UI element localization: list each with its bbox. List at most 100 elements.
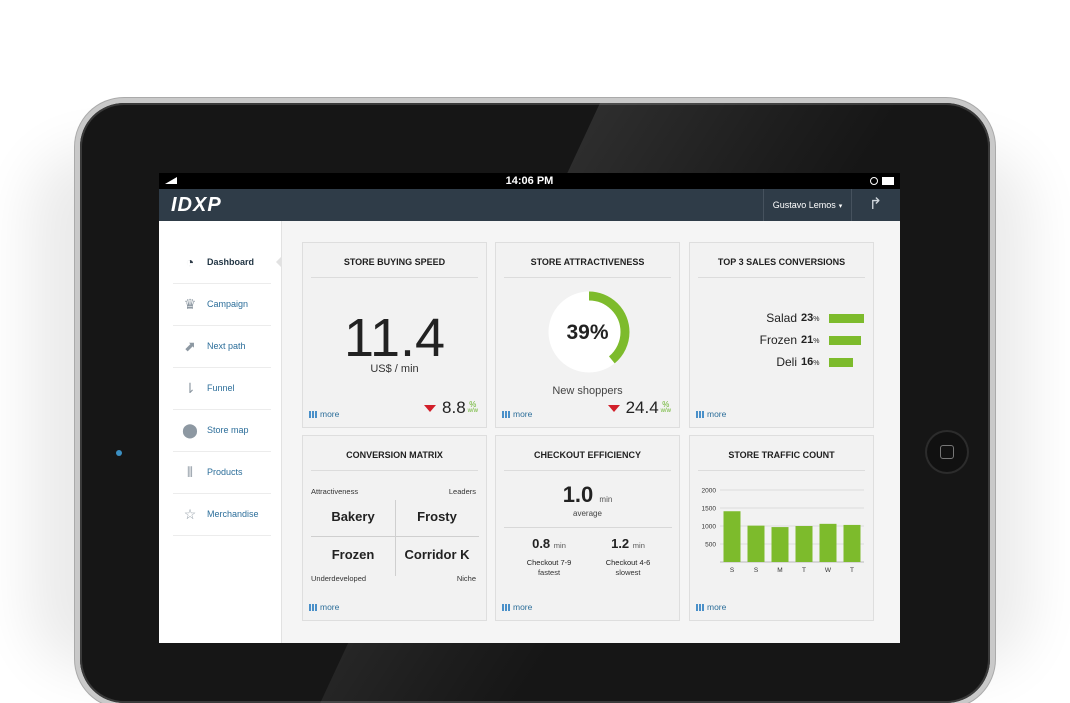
sidebar-item-merchandise[interactable]: ☆ Merchandise: [173, 493, 271, 536]
user-menu[interactable]: Gustavo Lemos ▾: [763, 189, 852, 221]
home-square-icon: [940, 445, 954, 459]
x-tick-label: S: [730, 567, 735, 574]
user-name: Gustavo Lemos: [772, 200, 836, 210]
x-tick-label: W: [825, 567, 832, 574]
traffic-bar[interactable]: [723, 511, 741, 562]
card-top-sales-conversions: TOP 3 SALES CONVERSIONS Salad 23% Frozen 21…: [689, 242, 874, 428]
more-link[interactable]: more: [696, 602, 726, 612]
buying-speed-value: 11.4: [343, 308, 446, 368]
more-link[interactable]: more: [502, 602, 532, 612]
conversion-bar: [829, 357, 853, 367]
y-tick-label: 500: [705, 542, 716, 549]
more-link[interactable]: more: [502, 409, 532, 419]
sidebar-item-store-map[interactable]: ⬤ Store map: [173, 409, 271, 452]
matrix-top-right-label: Leaders: [448, 487, 476, 496]
slowest-label: slowest: [615, 568, 641, 577]
conversion-unit: %: [813, 316, 820, 323]
matrix-bottom-right-label: Niche: [456, 574, 476, 583]
sidebar-item-label: Campaign: [207, 299, 249, 309]
donut-percent: 39%: [566, 321, 609, 344]
sidebar-item-label: Merchandise: [207, 509, 259, 519]
matrix-top-left-label: Attractiveness: [311, 487, 359, 496]
home-button[interactable]: [927, 432, 967, 472]
average-value: 1.0: [562, 482, 594, 507]
path-icon: ⬈: [184, 337, 196, 354]
change-unit-bottom: w/w: [467, 408, 478, 414]
conversion-value: 16%: [801, 356, 827, 368]
conversion-value: 21%: [801, 334, 827, 346]
change-indicator: 8.8 % w/w: [424, 398, 478, 418]
change-unit-bottom: w/w: [660, 408, 671, 414]
checkout-slowest: 1.2 min Checkout 4-6 slowest: [593, 536, 663, 577]
matrix-cell[interactable]: Corridor K: [395, 547, 479, 562]
change-indicator: 24.4 % w/w: [607, 398, 671, 418]
conversion-unit: %: [813, 360, 820, 367]
sidebar-item-next-path[interactable]: ⬈ Next path: [173, 325, 271, 368]
trophy-icon: ♛: [183, 295, 197, 312]
more-label: more: [513, 409, 533, 419]
chart-icon: [502, 410, 510, 418]
conversion-name: Deli: [776, 355, 797, 369]
conversion-value: 23%: [801, 312, 827, 324]
card-title: TOP 3 SALES CONVERSIONS: [698, 243, 865, 278]
more-label: more: [320, 602, 340, 612]
sidebar-item-label: Dashboard: [207, 257, 255, 267]
more-link[interactable]: more: [309, 409, 339, 419]
sidebar-item-dashboard[interactable]: ◔ Dashboard: [173, 241, 271, 284]
fastest-value: 0.8: [532, 536, 551, 551]
card-title: STORE ATTRACTIVENESS: [504, 243, 671, 278]
change-unit-top: %: [469, 400, 477, 409]
sidebar-item-funnel[interactable]: ⇂ Funnel: [173, 367, 271, 410]
traffic-bar[interactable]: [843, 524, 861, 562]
chevron-down-icon: ▾: [838, 203, 843, 210]
card-title: STORE TRAFFIC COUNT: [698, 436, 865, 471]
card-checkout-efficiency: CHECKOUT EFFICIENCY 1.0 min average 0.8 …: [495, 435, 680, 621]
x-tick-label: T: [850, 567, 854, 574]
traffic-bar[interactable]: [747, 525, 765, 562]
matrix-cell[interactable]: Bakery: [311, 509, 395, 524]
change-unit: % w/w: [661, 401, 671, 415]
gauge-icon: ◔: [185, 254, 195, 270]
matrix-divider-horizontal: [311, 536, 479, 537]
card-store-traffic-count: STORE TRAFFIC COUNT 500 1000 1500 2000 S S M T W…: [689, 435, 874, 621]
down-arrow-icon: [607, 404, 620, 412]
checkout-fastest: 0.8 min Checkout 7-9 fastest: [514, 536, 584, 577]
share-icon[interactable]: ↱: [851, 189, 900, 221]
more-label: more: [707, 602, 727, 612]
more-link[interactable]: more: [696, 409, 726, 419]
matrix-cell[interactable]: Frozen: [311, 547, 395, 562]
matrix-cell[interactable]: Frosty: [395, 509, 479, 524]
conversion-number: 16: [801, 356, 814, 368]
sidebar-item-products[interactable]: ⦀ Products: [173, 451, 271, 494]
status-time: 14:06 PM: [505, 175, 554, 187]
sidebar-item-label: Funnel: [207, 383, 235, 393]
app-logo[interactable]: IDXP: [171, 194, 222, 217]
barcode-icon: ⦀: [186, 463, 194, 480]
traffic-bar-chart: 500 1000 1500 2000 S S M T W T: [702, 488, 864, 574]
divider: [504, 527, 672, 528]
y-tick-label: 1500: [702, 506, 717, 513]
x-tick-label: T: [802, 567, 806, 574]
more-link[interactable]: more: [309, 602, 339, 612]
traffic-bar[interactable]: [795, 526, 813, 562]
sidebar-item-label: Next path: [207, 341, 246, 351]
more-label: more: [707, 409, 727, 419]
traffic-bar[interactable]: [771, 527, 789, 562]
matrix-bottom-left-label: Underdeveloped: [311, 574, 367, 583]
chart-icon: [309, 603, 317, 611]
card-title: STORE BUYING SPEED: [311, 243, 478, 278]
chart-icon: [502, 603, 510, 611]
traffic-bar[interactable]: [819, 523, 837, 562]
average-label: average: [573, 509, 602, 518]
conversion-unit: %: [813, 338, 820, 345]
sidebar-item-campaign[interactable]: ♛ Campaign: [173, 283, 271, 326]
x-tick-label: M: [777, 567, 782, 574]
sidebar-item-label: Store map: [207, 425, 249, 435]
top-navbar: IDXP Gustavo Lemos ▾ ↱: [159, 189, 900, 221]
checkout-average: 1.0 min: [496, 482, 679, 508]
card-title: CHECKOUT EFFICIENCY: [504, 436, 671, 471]
conversion-name: Frozen: [759, 333, 797, 347]
slowest-value: 1.2: [611, 536, 630, 551]
down-arrow-icon: [424, 404, 437, 412]
slowest-unit: min: [632, 541, 645, 550]
